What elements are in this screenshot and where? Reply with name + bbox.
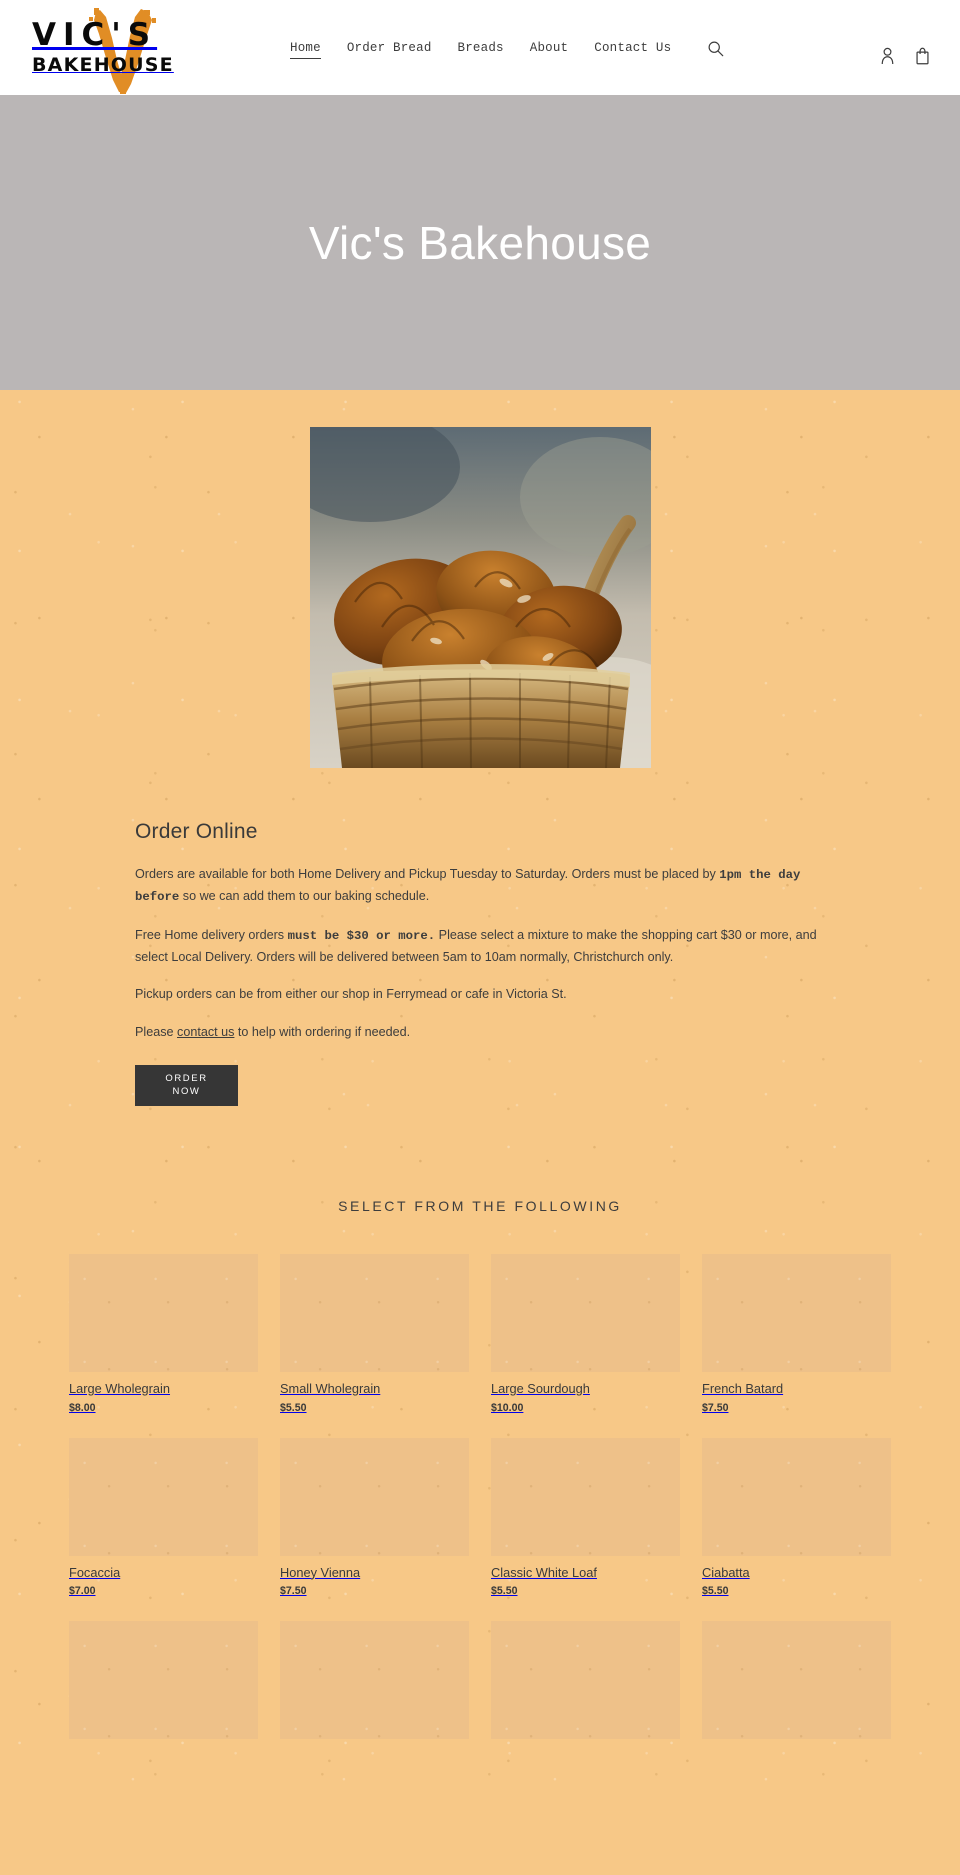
nav-item-order-bread[interactable]: Order Bread [347,41,432,58]
minimum-order-emphasis: must be $30 or more. [287,928,436,943]
hero-photo-container [0,390,960,768]
product-price: $8.00 [69,1401,96,1414]
order-paragraph-4: Please contact us to help with ordering … [135,1022,825,1042]
product-price: $7.00 [69,1585,96,1598]
order-paragraph-4-before: Please [135,1024,178,1039]
product-thumbnail [280,1437,469,1556]
product-thumbnail [491,1253,680,1372]
product-thumbnail [702,1621,891,1740]
product-thumbnail [280,1621,469,1740]
order-now-label-line2: NOW [172,1086,201,1098]
product-price: $10.00 [491,1401,524,1414]
collection-heading: SELECT FROM THE FOLLOWING [338,1197,622,1214]
cart-icon[interactable] [915,47,930,65]
product-card[interactable]: French Batard $7.50 [702,1253,891,1414]
product-name: Large Wholegrain [69,1380,171,1396]
product-card[interactable]: Large Wholegrain $8.00 [69,1253,258,1414]
product-card[interactable] [702,1621,891,1748]
product-card[interactable]: Focaccia $7.00 [69,1437,258,1598]
product-card[interactable]: Honey Vienna $7.50 [280,1437,469,1598]
product-card[interactable] [491,1621,680,1748]
product-thumbnail [702,1437,891,1556]
product-thumbnail [491,1621,680,1740]
hero-banner: Vic's Bakehouse [0,95,960,390]
order-paragraph-1-after: so we can add them to our baking schedul… [179,888,430,903]
account-icon[interactable] [880,47,895,65]
nav-item-about[interactable]: About [530,41,569,58]
product-price: $7.50 [280,1585,307,1598]
product-name: Classic White Loaf [491,1564,597,1580]
contact-us-link[interactable]: contact us [177,1025,234,1039]
order-paragraph-2: Free Home delivery orders must be $30 or… [135,925,825,967]
product-card[interactable]: Large Sourdough $10.00 [491,1253,680,1414]
product-thumbnail [69,1253,258,1372]
product-thumbnail [69,1621,258,1740]
product-card[interactable] [69,1621,258,1748]
product-price: $7.50 [702,1401,729,1414]
nav-item-home[interactable]: Home [290,41,321,59]
product-card[interactable] [280,1621,469,1748]
order-paragraph-4-after: to help with ordering if needed. [234,1024,411,1039]
product-name: Focaccia [69,1564,121,1580]
logo-text-secondary: BAKEHOUSE [32,54,174,76]
product-card[interactable]: Classic White Loaf $5.50 [491,1437,680,1598]
order-paragraph-2-before: Free Home delivery orders [135,927,288,942]
main-navigation: Home Order Bread Breads About Contact Us [290,37,671,59]
order-paragraph-1-before: Orders are available for both Home Deliv… [135,867,720,881]
logo-text-primary: VIC'S [32,17,158,53]
order-paragraph-3: Pickup orders can be from either our sho… [135,987,567,1002]
product-price: $5.50 [702,1585,729,1598]
product-grid: Large Wholegrain $8.00 Small Wholegrain … [69,1253,891,1748]
product-thumbnail [702,1253,891,1372]
header-actions [880,31,938,65]
product-name: Large Sourdough [491,1380,590,1396]
product-thumbnail [69,1437,258,1556]
nav-item-contact-us[interactable]: Contact Us [594,41,671,58]
product-name: French Batard [702,1380,784,1396]
product-card[interactable]: Ciabatta $5.50 [702,1437,891,1598]
product-price: $5.50 [280,1401,307,1414]
product-card[interactable]: Small Wholegrain $5.50 [280,1253,469,1414]
bakery-basket-photo [309,427,651,768]
order-online-section: Order Online Orders are available for bo… [135,768,825,1106]
product-thumbnail [491,1437,680,1556]
product-name: Ciabatta [702,1564,750,1580]
order-paragraph-1: Orders are available for both Home Deliv… [135,864,825,908]
site-header: VIC'S BAKEHOUSE Home Order Bread Breads … [0,0,960,95]
order-online-heading: Order Online [135,820,258,843]
order-now-label-line1: ORDER [165,1072,208,1084]
nav-item-breads[interactable]: Breads [458,41,504,58]
product-name: Honey Vienna [280,1564,361,1580]
site-logo[interactable]: VIC'S BAKEHOUSE [30,7,190,94]
order-now-button[interactable]: ORDER NOW [135,1064,238,1106]
search-icon[interactable] [707,38,724,57]
product-name: Small Wholegrain [280,1380,381,1396]
product-price: $5.50 [491,1585,518,1598]
page-body: Order Online Orders are available for bo… [0,390,960,1788]
product-thumbnail [280,1253,469,1372]
page-title: Vic's Bakehouse [308,216,652,269]
